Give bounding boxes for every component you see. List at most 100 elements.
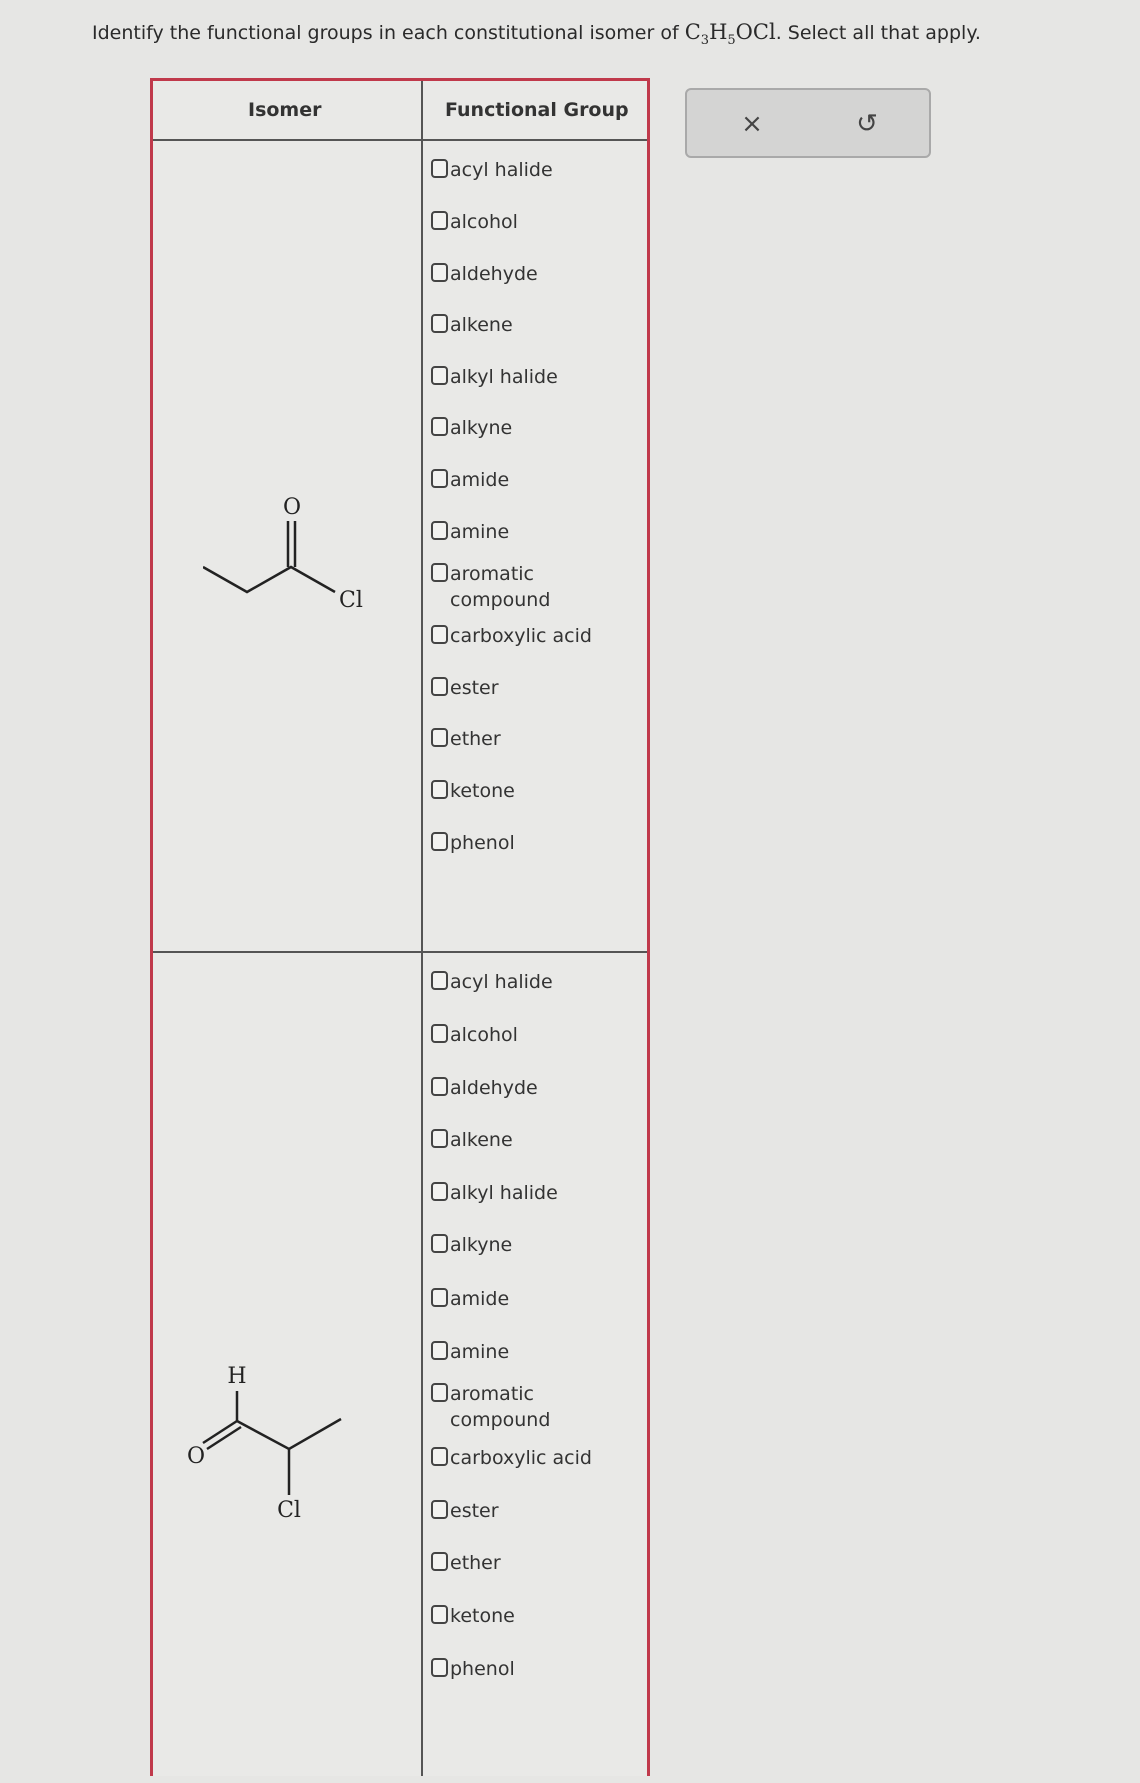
option-carboxylic-acid[interactable]: carboxylic acid (431, 623, 592, 649)
option-aromatic-compound[interactable]: aromatic compound (431, 1381, 610, 1433)
option-ester[interactable]: ester (431, 1498, 499, 1524)
option-label: phenol (450, 832, 515, 854)
option-aldehyde[interactable]: aldehyde (431, 261, 538, 287)
table-row: O Cl acyl halide alcohol aldehyde alkene alk… (153, 141, 647, 951)
prompt-text-before: Identify the functional groups in each c… (92, 22, 685, 44)
oxygen-atom-label: O (283, 495, 301, 520)
carbon-chain-bonds (236, 1417, 342, 1451)
isomer-structure-2: H O Cl (187, 1364, 342, 1523)
option-label: aromatic compound (450, 563, 551, 611)
option-alkene[interactable]: alkene (431, 1127, 513, 1153)
option-label: alkyl halide (450, 366, 558, 388)
checkbox[interactable] (431, 1341, 448, 1360)
option-label: ester (450, 1500, 499, 1522)
option-label: phenol (450, 1658, 515, 1680)
checkbox[interactable] (431, 417, 448, 436)
checkbox[interactable] (431, 971, 448, 990)
x-icon: × (741, 109, 763, 139)
option-label: alkyl halide (450, 1182, 558, 1204)
checkbox[interactable] (431, 366, 448, 385)
option-alcohol[interactable]: alcohol (431, 209, 518, 235)
option-alcohol[interactable]: alcohol (431, 1022, 518, 1048)
option-amide[interactable]: amide (431, 467, 509, 493)
checkbox[interactable] (431, 780, 448, 799)
option-label: amine (450, 521, 510, 543)
undo-button[interactable]: ↺ (847, 104, 887, 144)
option-ether[interactable]: ether (431, 1550, 501, 1576)
option-ketone[interactable]: ketone (431, 1603, 515, 1629)
option-phenol[interactable]: phenol (431, 1656, 515, 1682)
checkbox[interactable] (431, 1447, 448, 1466)
option-alkene[interactable]: alkene (431, 312, 513, 338)
checkbox[interactable] (431, 1658, 448, 1677)
isomer-structure-1: O Cl (203, 495, 363, 613)
clear-button[interactable]: × (732, 104, 772, 144)
option-amine[interactable]: amine (431, 519, 509, 545)
checkbox[interactable] (431, 625, 448, 644)
checkbox[interactable] (431, 211, 448, 230)
option-carboxylic-acid[interactable]: carboxylic acid (431, 1445, 592, 1471)
option-label: ether (450, 728, 501, 750)
option-label: ester (450, 677, 499, 699)
option-label: alkyne (450, 1234, 513, 1256)
option-acyl-halide[interactable]: acyl halide (431, 157, 553, 183)
checkbox[interactable] (431, 1077, 448, 1096)
checkbox[interactable] (431, 832, 448, 851)
answer-toolbar: × ↺ (685, 88, 931, 158)
checkbox[interactable] (431, 469, 448, 488)
hydrogen-atom-label: H (227, 1364, 246, 1389)
question-prompt: Identify the functional groups in each c… (92, 20, 981, 48)
option-label: alcohol (450, 1024, 518, 1046)
checkbox[interactable] (431, 159, 448, 178)
option-alkyne[interactable]: alkyne (431, 1232, 512, 1258)
checkbox[interactable] (431, 1234, 448, 1253)
option-ester[interactable]: ester (431, 675, 499, 701)
isomer-table: Isomer Functional Group O Cl acyl halide… (150, 78, 650, 1776)
option-ether[interactable]: ether (431, 726, 501, 752)
option-label: carboxylic acid (450, 625, 592, 647)
option-label: acyl halide (450, 971, 553, 993)
checkbox[interactable] (431, 1605, 448, 1624)
checkbox[interactable] (431, 563, 448, 582)
checkbox[interactable] (431, 1383, 448, 1402)
checkbox[interactable] (431, 1182, 448, 1201)
table-row: H O Cl acyl halide alcohol aldehyde alkene a… (153, 953, 647, 1783)
checkbox[interactable] (431, 677, 448, 696)
checkbox[interactable] (431, 1552, 448, 1571)
checkbox[interactable] (431, 728, 448, 747)
prompt-text-after: . Select all that apply. (775, 22, 981, 44)
table-header: Isomer Functional Group (153, 81, 647, 141)
option-ketone[interactable]: ketone (431, 778, 515, 804)
checkbox[interactable] (431, 521, 448, 540)
option-phenol[interactable]: phenol (431, 830, 515, 856)
checkbox[interactable] (431, 314, 448, 333)
molecular-formula: C3H5OCl (684, 20, 776, 49)
option-label: ketone (450, 1605, 515, 1627)
checkbox[interactable] (431, 1288, 448, 1307)
checkbox[interactable] (431, 1129, 448, 1148)
option-alkyne[interactable]: alkyne (431, 415, 512, 441)
option-label: amide (450, 469, 510, 491)
option-label: ketone (450, 780, 515, 802)
chlorine-atom-label: Cl (277, 1498, 301, 1523)
option-label: amide (450, 1288, 510, 1310)
option-aromatic-compound[interactable]: aromatic compound (431, 561, 610, 613)
option-acyl-halide[interactable]: acyl halide (431, 969, 553, 995)
option-label: aldehyde (450, 1077, 538, 1099)
functional-group-column-header: Functional Group (445, 99, 629, 121)
checkbox[interactable] (431, 1024, 448, 1043)
option-amine[interactable]: amine (431, 1339, 509, 1365)
chlorine-atom-label: Cl (339, 588, 363, 613)
option-alkyl-halide[interactable]: alkyl halide (431, 364, 558, 390)
option-alkyl-halide[interactable]: alkyl halide (431, 1180, 558, 1206)
checkbox[interactable] (431, 263, 448, 282)
option-aldehyde[interactable]: aldehyde (431, 1075, 538, 1101)
option-label: alcohol (450, 211, 518, 233)
option-label: aromatic compound (450, 1383, 551, 1431)
option-label: ether (450, 1552, 501, 1574)
option-label: aldehyde (450, 263, 538, 285)
checkbox[interactable] (431, 1500, 448, 1519)
carbon-chain-bonds (203, 565, 336, 594)
option-amide[interactable]: amide (431, 1286, 509, 1312)
option-label: amine (450, 1341, 510, 1363)
